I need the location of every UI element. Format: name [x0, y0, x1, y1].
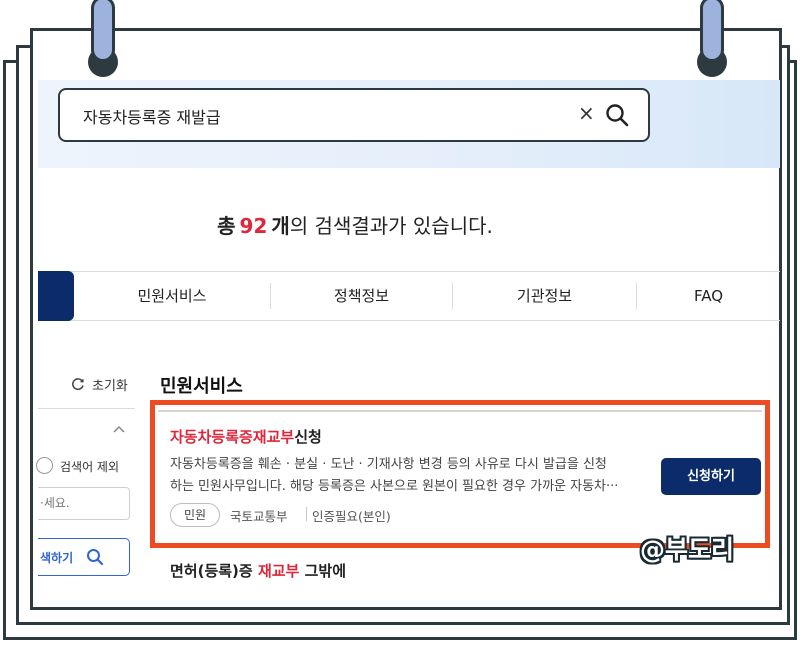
result-title-link[interactable]: 면허(등록)증 재교부 그밖에 — [170, 560, 346, 581]
search-query-text[interactable]: 자동차등록증 재발급 — [83, 104, 221, 128]
result-title-rest[interactable]: 그밖에 — [305, 562, 346, 580]
refresh-icon[interactable] — [71, 377, 85, 391]
clear-icon[interactable]: × — [578, 101, 595, 125]
sidebar-divider — [38, 408, 135, 409]
section-title: 민원서비스 — [160, 376, 243, 397]
tab-policy-info[interactable]: 정책정보 — [271, 272, 452, 320]
annotation-highlight-box — [150, 400, 770, 548]
search-icon[interactable] — [605, 103, 629, 127]
tab-faq[interactable]: FAQ — [637, 272, 780, 320]
summary-suffix: 의 검색결과가 있습니다. — [289, 214, 493, 238]
tab-civil-service[interactable]: 민원서비스 — [74, 272, 270, 320]
tab-agency-info[interactable]: 기관정보 — [453, 272, 636, 320]
author-watermark: @부도리 — [640, 535, 735, 564]
screenshot-content: 자동차등록증 재발급 × 총 92 개의 검색결과가 있습니다. 민원서비스 정책정… — [0, 0, 800, 653]
tab-all-active[interactable] — [38, 271, 74, 321]
binder-ring-right — [700, 0, 724, 62]
result-title-prefix[interactable]: 면허(등록)증 — [170, 562, 253, 580]
summary-unit: 개 — [271, 214, 290, 238]
refine-search-button-label[interactable]: 색하기 — [40, 549, 73, 566]
binder-ring-left — [91, 0, 115, 62]
reset-filters-button[interactable]: 초기화 — [92, 375, 128, 394]
exclude-keyword-label: 검색어 제외 — [60, 460, 120, 474]
result-title-highlight[interactable]: 재교부 — [258, 562, 299, 580]
result-count: 92 — [239, 214, 268, 238]
search-icon[interactable] — [86, 548, 104, 566]
result-count-summary: 총 92 개의 검색결과가 있습니다. — [150, 210, 560, 239]
summary-prefix: 총 — [217, 214, 236, 238]
chevron-up-icon[interactable] — [112, 424, 126, 434]
refine-search-input[interactable]: ·세요. — [38, 487, 130, 520]
exclude-keyword-radio[interactable] — [36, 457, 53, 474]
